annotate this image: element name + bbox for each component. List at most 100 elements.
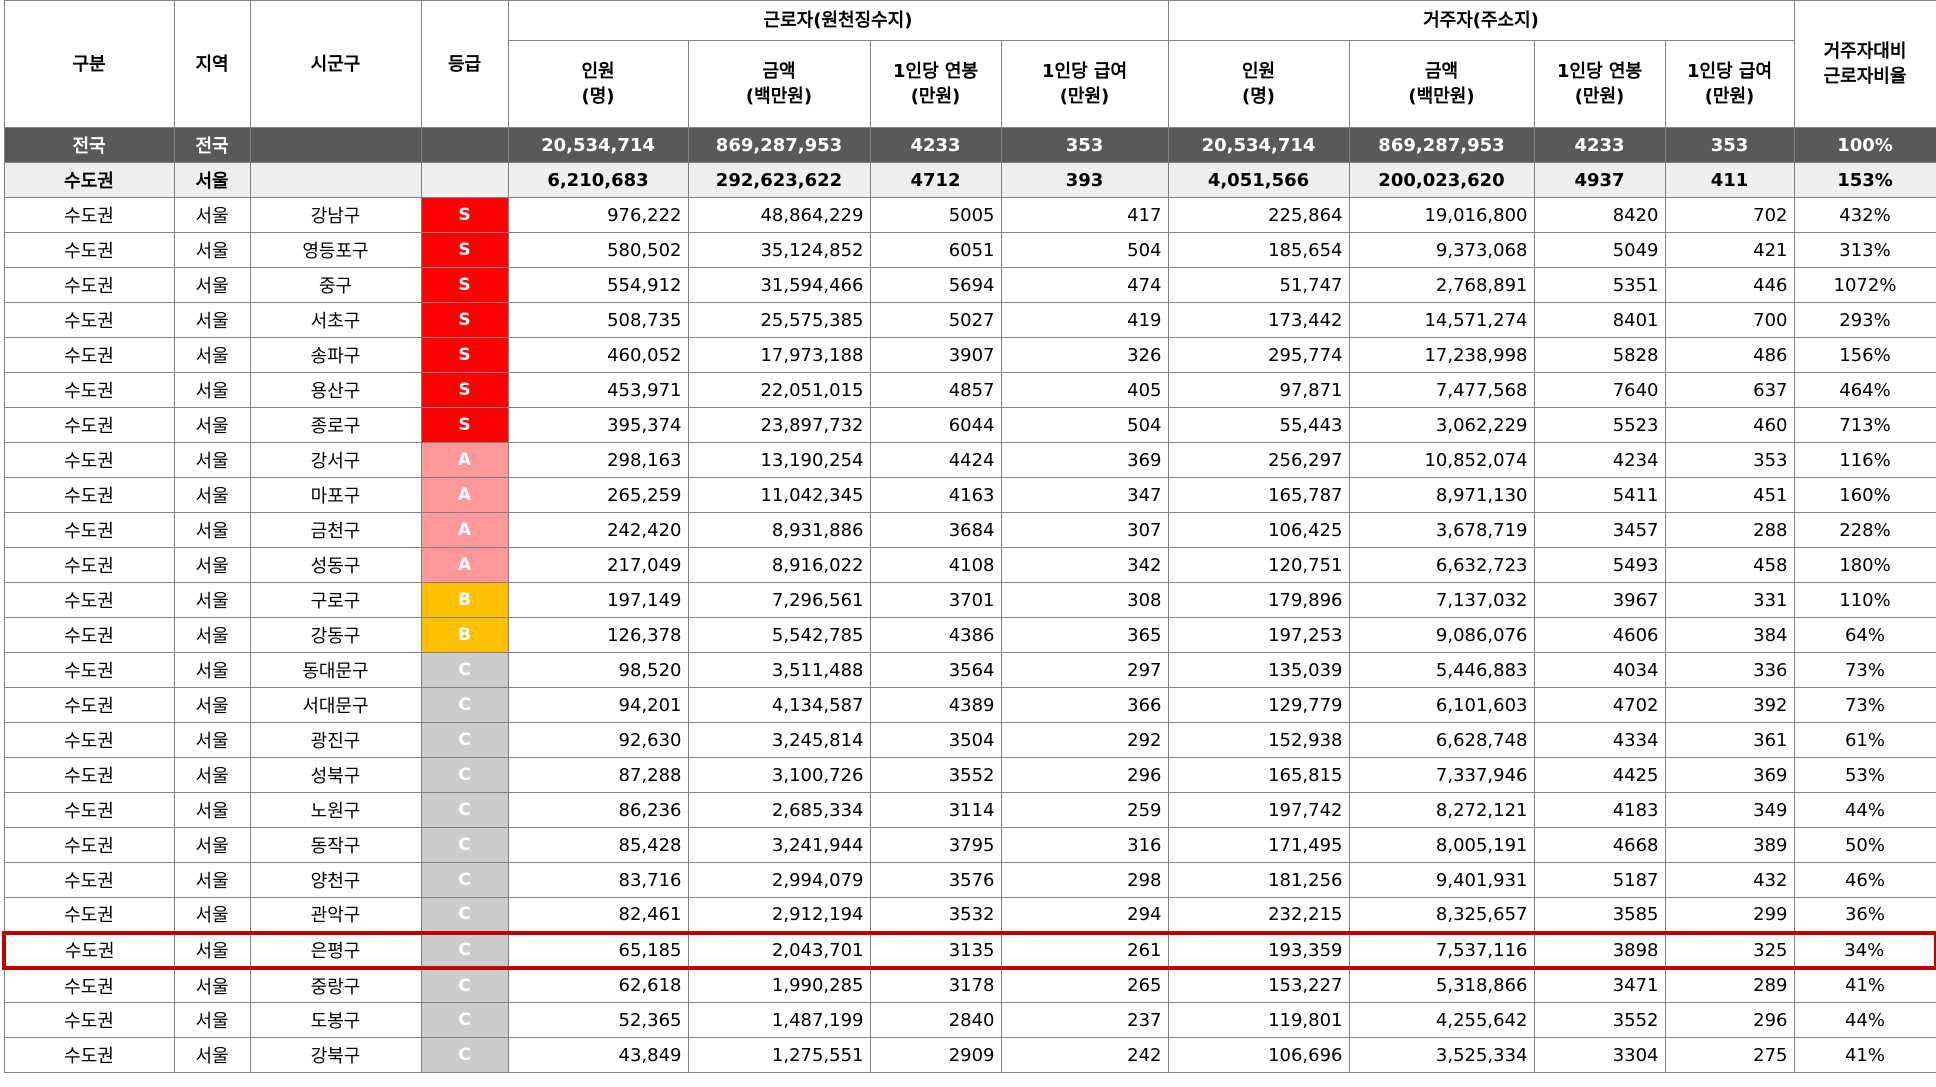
- header-region: 지역: [173, 0, 251, 128]
- cell-worker-amount: 1,487,199: [687, 1002, 871, 1038]
- cell-worker-salary: 3504: [869, 722, 1002, 758]
- cell-worker-pay: 393: [1000, 162, 1169, 198]
- cell-resident-pay: 486: [1664, 337, 1795, 373]
- cell-worker-salary: 3135: [869, 930, 1002, 970]
- cell-region: 서울: [173, 162, 251, 198]
- header-text: (만원): [910, 86, 961, 107]
- cell-resident-amount: 14,571,274: [1348, 302, 1535, 338]
- cell-resident-amount: 6,628,748: [1348, 722, 1535, 758]
- cell-resident-pay: 349: [1664, 792, 1795, 828]
- cell-resident-salary: 4233: [1533, 127, 1666, 163]
- cell-gubun: 전국: [3, 127, 175, 163]
- cell-resident-salary: 3457: [1533, 512, 1666, 548]
- table-row: 수도권 서울 마포구 A 265,259 11,042,345 4163 347 165,787…: [3, 477, 1936, 513]
- cell-region: 서울: [173, 1037, 251, 1073]
- highlighted-table-row: 수도권 서울 은평구 C 65,185 2,043,701 3135 261 193,359 7,…: [2, 930, 1936, 970]
- cell-ratio: 116%: [1793, 442, 1936, 478]
- header-grade: 등급: [420, 0, 509, 128]
- cell-district: [249, 162, 422, 198]
- cell-gubun: 수도권: [3, 477, 175, 513]
- cell-resident-amount: 10,852,074: [1348, 442, 1535, 478]
- cell-resident-count: 129,779: [1167, 687, 1350, 723]
- cell-grade: B: [420, 617, 509, 653]
- cell-worker-pay: 316: [1000, 827, 1169, 863]
- header-text: (백만원): [1408, 86, 1475, 107]
- header-worker-pay: 1인당 급여 (만원): [1000, 40, 1169, 128]
- cell-worker-amount: 292,623,622: [687, 162, 871, 198]
- cell-worker-amount: 2,685,334: [687, 792, 871, 828]
- cell-grade: S: [420, 197, 509, 233]
- cell-resident-amount: 7,137,032: [1348, 582, 1535, 618]
- cell-region: 서울: [173, 967, 251, 1003]
- cell-worker-amount: 2,994,079: [687, 862, 871, 898]
- cell-worker-amount: 48,864,229: [687, 197, 871, 233]
- cell-resident-pay: 421: [1664, 232, 1795, 268]
- cell-worker-pay: 265: [1000, 967, 1169, 1003]
- cell-resident-salary: 4668: [1533, 827, 1666, 863]
- cell-grade: C: [420, 1037, 509, 1073]
- cell-gubun: 수도권: [3, 512, 175, 548]
- cell-region: 서울: [173, 407, 251, 443]
- cell-worker-amount: 5,542,785: [687, 617, 871, 653]
- cell-resident-count: 4,051,566: [1167, 162, 1350, 198]
- cell-resident-pay: 451: [1664, 477, 1795, 513]
- cell-worker-count: 197,149: [507, 582, 689, 618]
- cell-resident-count: 197,742: [1167, 792, 1350, 828]
- cell-resident-pay: 392: [1664, 687, 1795, 723]
- cell-resident-pay: 384: [1664, 617, 1795, 653]
- cell-district: 강서구: [249, 442, 422, 478]
- cell-ratio: 46%: [1793, 862, 1936, 898]
- table-row: 수도권 서울 강북구 C 43,849 1,275,551 2909 242 106,696 3,…: [3, 1037, 1936, 1073]
- cell-region: 서울: [173, 862, 251, 898]
- cell-region: 서울: [173, 827, 251, 863]
- cell-worker-amount: 3,100,726: [687, 757, 871, 793]
- cell-grade: C: [420, 930, 509, 970]
- cell-resident-salary: 5351: [1533, 267, 1666, 303]
- table-row: 수도권 서울 금천구 A 242,420 8,931,886 3684 307 106,425 3…: [3, 512, 1936, 548]
- cell-ratio: 73%: [1793, 687, 1936, 723]
- cell-district: 광진구: [249, 722, 422, 758]
- cell-gubun: 수도권: [3, 652, 175, 688]
- cell-region: 서울: [173, 302, 251, 338]
- cell-gubun: 수도권: [3, 267, 175, 303]
- cell-region: 서울: [173, 1002, 251, 1038]
- cell-grade: C: [420, 722, 509, 758]
- cell-worker-salary: 4108: [869, 547, 1002, 583]
- cell-resident-salary: 8420: [1533, 197, 1666, 233]
- cell-region: 서울: [173, 792, 251, 828]
- cell-resident-pay: 275: [1664, 1037, 1795, 1073]
- cell-resident-pay: 702: [1664, 197, 1795, 233]
- cell-worker-salary: 3552: [869, 757, 1002, 793]
- cell-region: 서울: [173, 232, 251, 268]
- cell-resident-salary: 3967: [1533, 582, 1666, 618]
- cell-resident-amount: 9,401,931: [1348, 862, 1535, 898]
- cell-grade: A: [420, 547, 509, 583]
- table-row: 수도권 서울 종로구 S 395,374 23,897,732 6044 504 55,443 3…: [3, 407, 1936, 443]
- cell-grade: S: [420, 267, 509, 303]
- cell-ratio: 64%: [1793, 617, 1936, 653]
- cell-gubun: 수도권: [3, 722, 175, 758]
- cell-worker-pay: 259: [1000, 792, 1169, 828]
- cell-worker-salary: 6051: [869, 232, 1002, 268]
- cell-worker-amount: 4,134,587: [687, 687, 871, 723]
- cell-resident-count: 181,256: [1167, 862, 1350, 898]
- table-row: 수도권 서울 구로구 B 197,149 7,296,561 3701 308 179,896 7…: [3, 582, 1936, 618]
- table-row: 수도권 서울 노원구 C 86,236 2,685,334 3114 259 197,742 8,…: [3, 792, 1936, 828]
- cell-grade: S: [420, 407, 509, 443]
- cell-worker-salary: 4712: [869, 162, 1002, 198]
- cell-district: 도봉구: [249, 1002, 422, 1038]
- cell-worker-count: 580,502: [507, 232, 689, 268]
- cell-worker-salary: 3178: [869, 967, 1002, 1003]
- cell-district: 마포구: [249, 477, 422, 513]
- cell-ratio: 100%: [1793, 127, 1936, 163]
- cell-resident-pay: 369: [1664, 757, 1795, 793]
- cell-worker-amount: 3,245,814: [687, 722, 871, 758]
- cell-resident-amount: 8,272,121: [1348, 792, 1535, 828]
- cell-ratio: 110%: [1793, 582, 1936, 618]
- cell-ratio: 34%: [1793, 930, 1936, 970]
- cell-resident-salary: 4937: [1533, 162, 1666, 198]
- cell-worker-salary: 3795: [869, 827, 1002, 863]
- cell-worker-amount: 11,042,345: [687, 477, 871, 513]
- cell-ratio: 464%: [1793, 372, 1936, 408]
- cell-resident-count: 179,896: [1167, 582, 1350, 618]
